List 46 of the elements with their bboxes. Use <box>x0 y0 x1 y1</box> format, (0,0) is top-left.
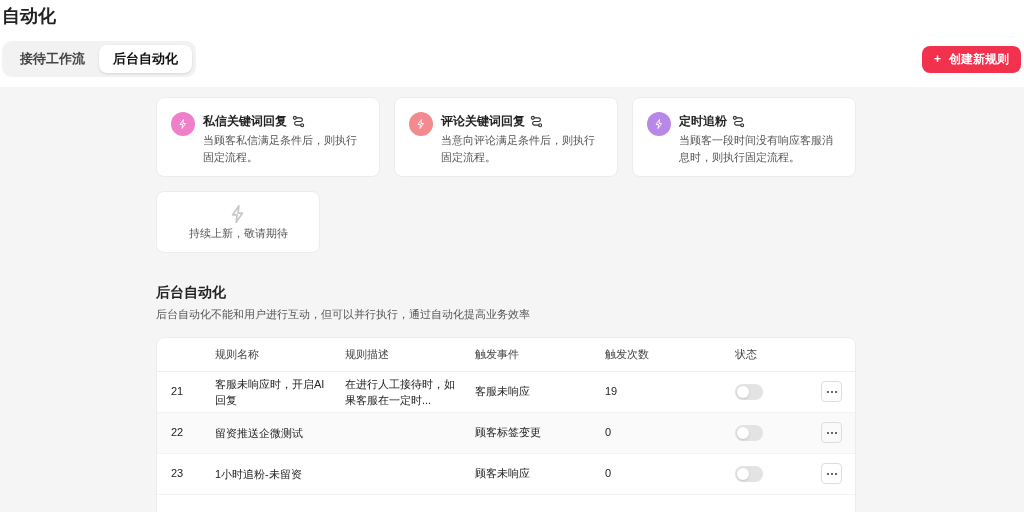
lightning-icon <box>177 118 189 130</box>
more-button[interactable] <box>821 422 842 443</box>
flow-icon <box>732 114 745 128</box>
status-toggle[interactable] <box>735 383 763 400</box>
table-cell: 0 <box>605 467 612 480</box>
more-button[interactable] <box>821 381 842 402</box>
template-card[interactable]: 私信关键词回复 当顾客私信满足条件后，则执行固定流程。 <box>156 97 380 177</box>
card-description: 当顾客私信满足条件后，则执行固定流程。 <box>203 133 358 165</box>
card-title: 私信关键词回复 <box>203 113 287 130</box>
table-cell: 客服未响应 <box>475 385 530 398</box>
more-button[interactable] <box>821 463 842 484</box>
flow-icon <box>530 114 543 128</box>
coming-soon-text: 持续上新，敬请期待 <box>188 225 288 241</box>
table-cell: 顾客未响应 <box>475 467 530 480</box>
lightning-icon <box>653 118 665 130</box>
table-cell: 1小时追粉-未留资 <box>215 467 302 480</box>
column-header: 规则名称 <box>215 347 259 360</box>
column-header: 触发次数 <box>605 347 649 360</box>
flow-icon <box>292 114 305 128</box>
card-description: 当意向评论满足条件后，则执行固定流程。 <box>441 133 596 165</box>
table-cell: 23 <box>171 467 184 480</box>
create-rule-button[interactable]: + 创建新规则 <box>922 45 1021 73</box>
column-header: 触发事件 <box>475 347 519 360</box>
lightning-icon <box>415 118 427 130</box>
table-cell: 22 <box>171 426 184 439</box>
table-cell: 在进行人工接待时，如果客服在一定时... <box>345 377 455 406</box>
table-cell: 顾客标签变更 <box>475 426 541 439</box>
section-title: 后台自动化 <box>156 283 226 302</box>
table-cell: 0 <box>605 426 612 439</box>
status-toggle[interactable] <box>735 424 763 441</box>
column-header: 规则描述 <box>345 347 389 360</box>
card-description: 当顾客一段时间没有响应客服消息时，则执行固定流程。 <box>679 133 834 165</box>
template-card[interactable]: 评论关键词回复 当意向评论满足条件后，则执行固定流程。 <box>394 97 618 177</box>
page-title: 自动化 <box>2 5 56 28</box>
card-title: 评论关键词回复 <box>441 113 525 130</box>
table-cell: 21 <box>171 385 184 398</box>
template-card[interactable]: 定时追粉 当顾客一段时间没有响应客服消息时，则执行固定流程。 <box>632 97 856 177</box>
column-header: 状态 <box>735 347 757 360</box>
tab[interactable]: 后台自动化 <box>99 45 192 73</box>
table-cell: 客服未响应时，开启AI回复 <box>215 377 325 406</box>
status-toggle[interactable] <box>735 465 763 482</box>
tab[interactable]: 接待工作流 <box>6 45 99 73</box>
section-subtitle: 后台自动化不能和用户进行互动，但可以并行执行，通过自动化提高业务效率 <box>156 307 530 322</box>
table-cell: 19 <box>605 385 618 398</box>
table-cell: 留资推送企微测试 <box>215 426 303 439</box>
card-title: 定时追粉 <box>679 113 727 130</box>
